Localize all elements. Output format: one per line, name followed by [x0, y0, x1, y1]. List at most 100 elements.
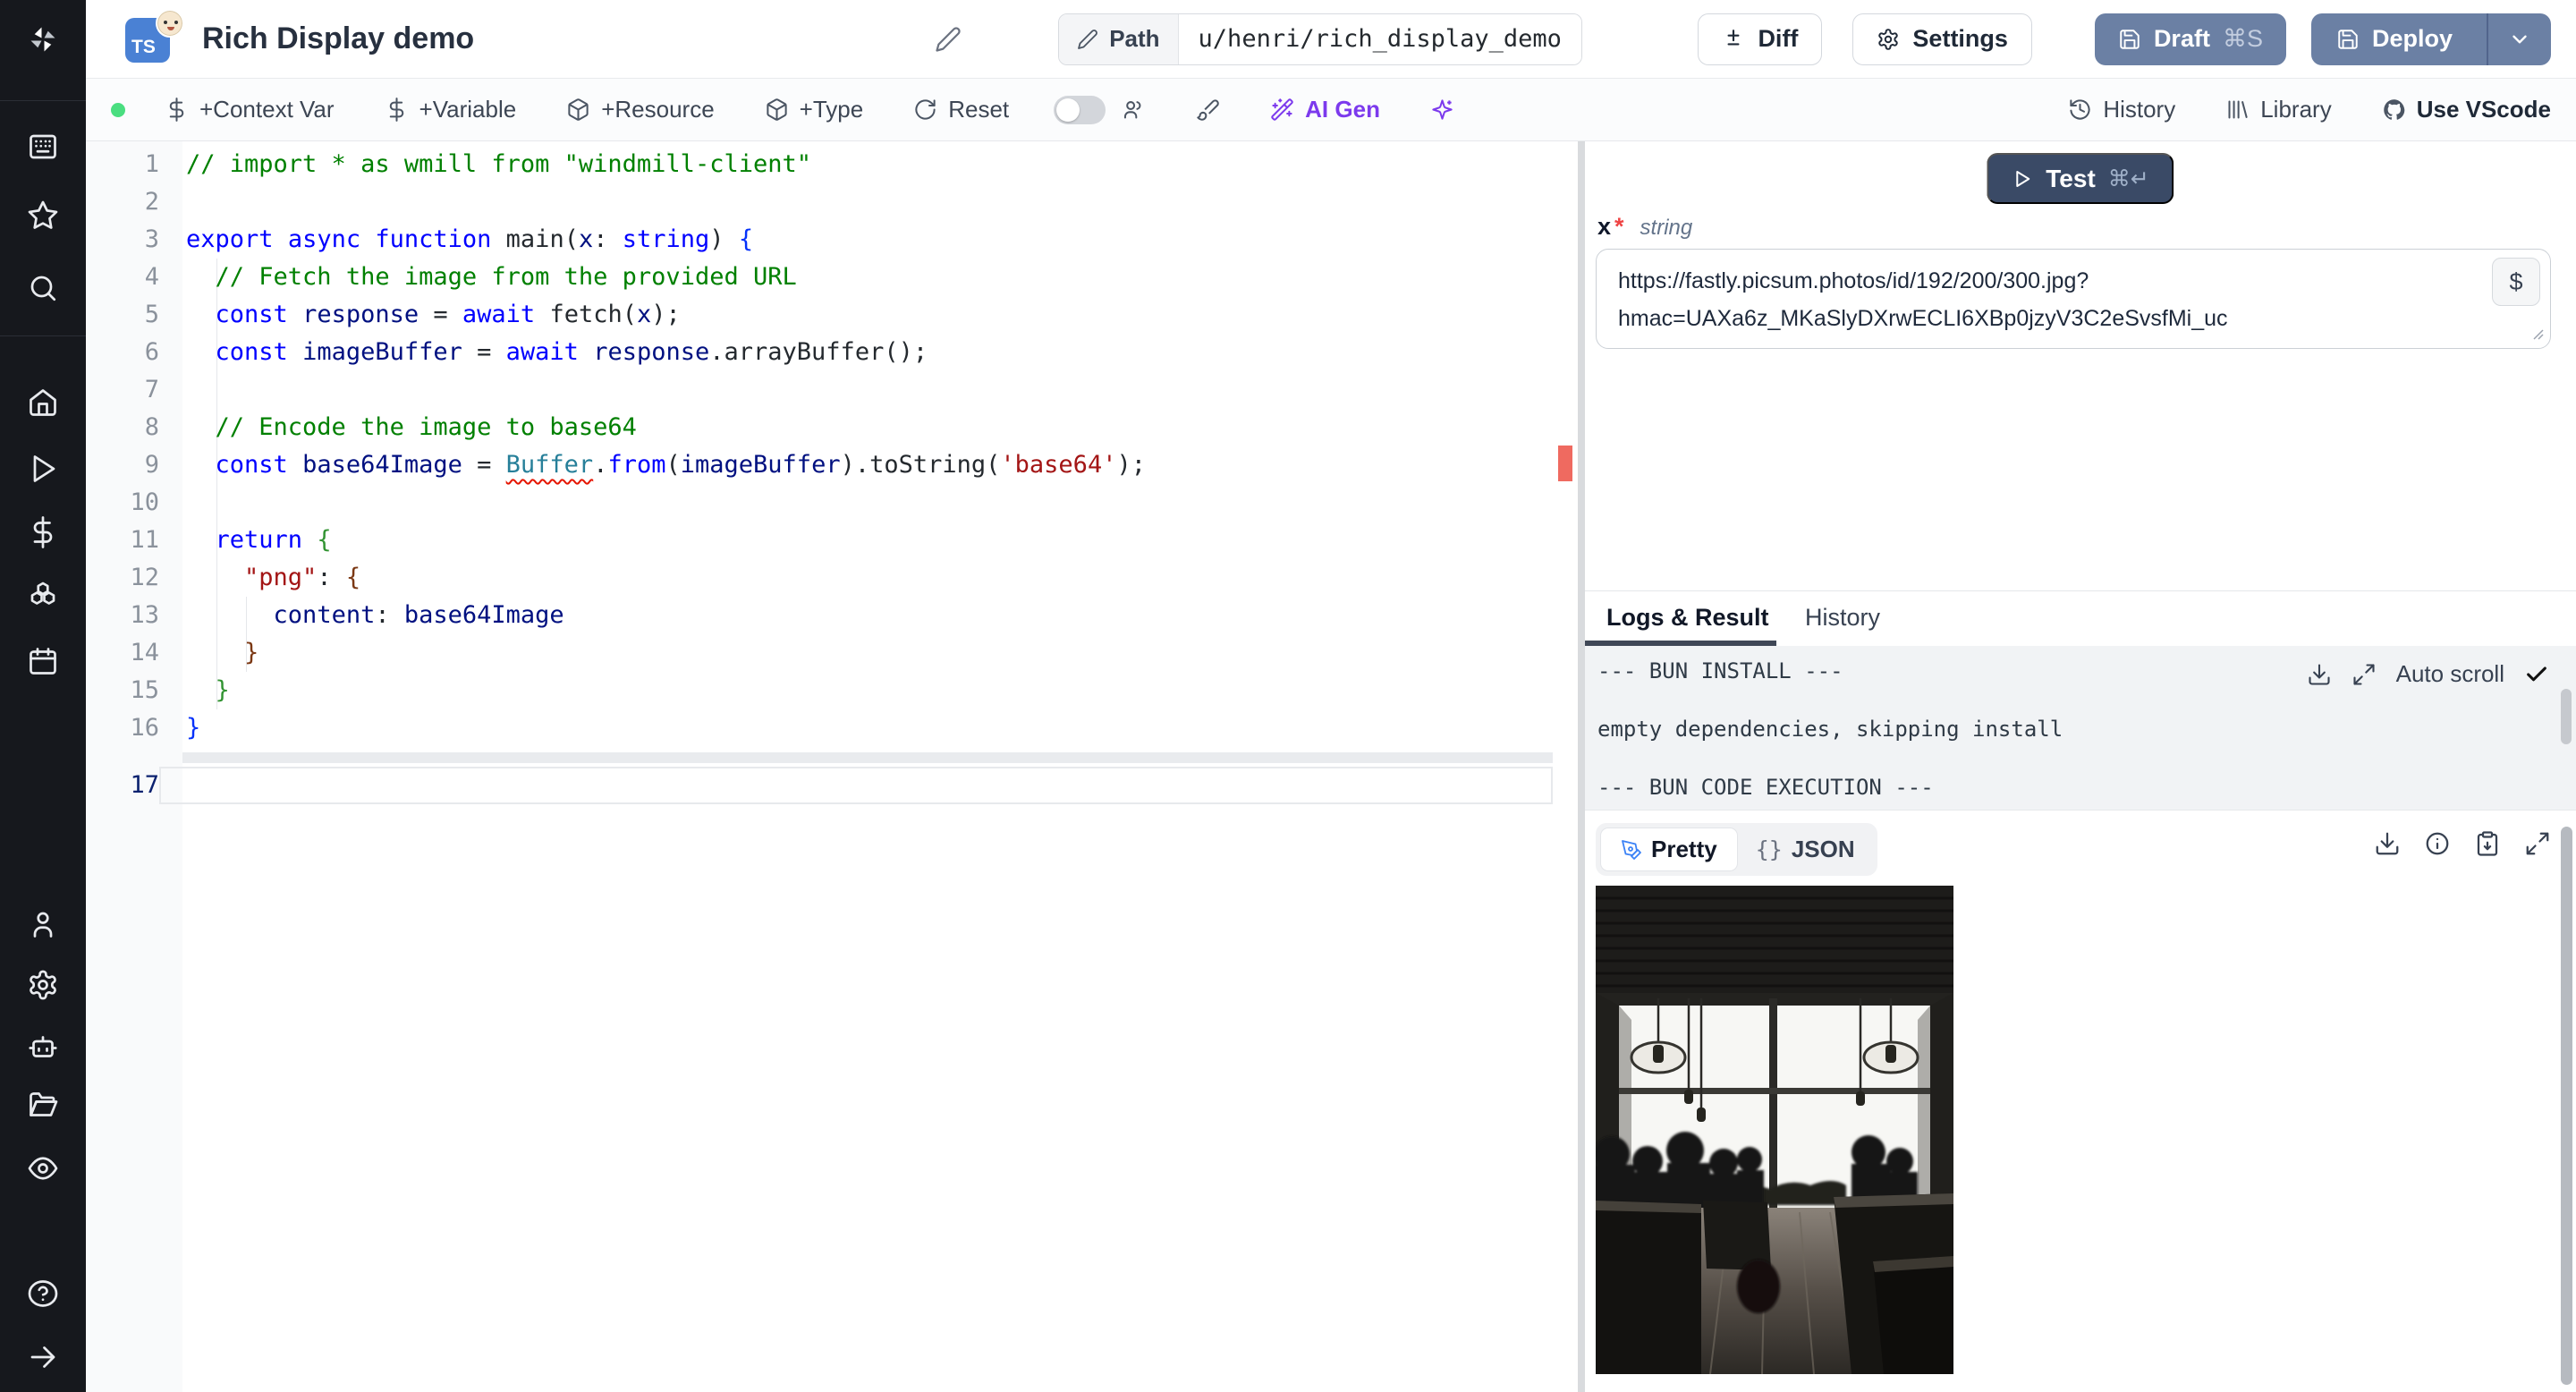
format-brush-icon[interactable]	[1196, 98, 1220, 122]
code-editor[interactable]: 1// import * as wmill from "windmill-cli…	[86, 141, 1578, 1392]
play-icon	[2016, 170, 2030, 187]
path-value: u/henri/rich_display_demo	[1178, 13, 1581, 64]
context-var-label: +Context Var	[199, 96, 335, 123]
add-variable-button[interactable]: +Variable	[385, 96, 516, 123]
collaborators-icon[interactable]	[1122, 98, 1146, 122]
panel-splitter[interactable]	[1578, 141, 1585, 1392]
package-icon	[767, 98, 787, 121]
tab-logs-result[interactable]: Logs & Result	[1606, 604, 1769, 632]
search-icon[interactable]	[25, 270, 61, 306]
deploy-button[interactable]: Deploy	[2311, 13, 2474, 65]
diff-icon	[1727, 29, 1740, 45]
argument-label: x * string	[1597, 213, 1692, 241]
download-result-icon[interactable]	[2374, 830, 2401, 857]
pretty-label: Pretty	[1651, 836, 1717, 862]
rotate-icon	[915, 99, 936, 120]
brush-icon	[1197, 99, 1219, 121]
windmill-script-editor: TS Rich Display demo Path u/henri/rich_d…	[0, 0, 2576, 1392]
folder-open-icon[interactable]	[25, 1088, 61, 1124]
wand-sparkles-icon	[1271, 98, 1293, 121]
runs-play-icon[interactable]	[25, 451, 61, 487]
json-label: JSON	[1791, 836, 1855, 862]
settings-label: Settings	[1912, 25, 2008, 52]
arg-value-input[interactable]: https://fastly.picsum.photos/id/192/200/…	[1596, 249, 2551, 349]
expand-logs-icon[interactable]	[2351, 662, 2377, 687]
save-icon	[2120, 29, 2140, 49]
users-icon[interactable]	[25, 906, 61, 942]
textarea-resize-handle[interactable]	[2529, 326, 2544, 340]
edit-title-pencil-icon[interactable]	[935, 26, 962, 53]
deploy-dropdown-chevron[interactable]	[2487, 13, 2551, 65]
settings-button[interactable]: Settings	[1852, 13, 2032, 65]
insert-variable-button[interactable]: $	[2492, 258, 2540, 306]
diff-label: Diff	[1758, 25, 1799, 52]
add-resource-button[interactable]: +Resource	[566, 96, 715, 123]
expand-sidebar-arrow-icon[interactable]	[25, 1339, 61, 1375]
package-icon	[568, 98, 589, 121]
sparkles-icon[interactable]	[1430, 98, 1454, 122]
path-label: Path	[1109, 25, 1160, 52]
test-button[interactable]: Test ⌘↵	[1987, 153, 2174, 204]
test-shortcut: ⌘↵	[2107, 166, 2149, 191]
sidebar	[0, 0, 86, 1392]
history-button[interactable]: History	[2068, 96, 2175, 123]
diff-button[interactable]: Diff	[1698, 13, 1823, 65]
download-logs-icon[interactable]	[2307, 662, 2332, 687]
result-tabs-bar: Logs & Result History	[1585, 590, 2576, 646]
resource-label: +Resource	[601, 96, 715, 123]
info-icon[interactable]	[2424, 830, 2451, 857]
library-label: Library	[2260, 96, 2332, 123]
copy-clipboard-icon[interactable]	[2474, 830, 2501, 857]
check-icon[interactable]	[2524, 662, 2549, 687]
settings-gear-icon[interactable]	[25, 967, 61, 1003]
history-clock-icon	[2070, 99, 2090, 120]
pencil-icon	[1078, 29, 1098, 49]
panel-scrollbar[interactable]	[2561, 827, 2572, 1385]
star-icon[interactable]	[25, 198, 61, 233]
home-icon[interactable]	[25, 385, 61, 420]
draft-label: Draft	[2153, 25, 2210, 52]
save-icon	[2338, 29, 2358, 49]
code-lines: 1// import * as wmill from "windmill-cli…	[86, 146, 1578, 804]
audit-eye-icon[interactable]	[25, 1150, 61, 1186]
use-vscode-label: Use VScode	[2416, 96, 2551, 123]
braces-icon: {}	[1755, 836, 1783, 862]
result-view-segmented: Pretty {} JSON	[1596, 823, 1877, 876]
arg-required-star: *	[1614, 213, 1624, 240]
sidebar-divider	[0, 335, 86, 336]
github-icon	[2383, 99, 2405, 120]
deploy-label: Deploy	[2371, 25, 2453, 52]
logs-scrollbar[interactable]	[2561, 689, 2572, 744]
json-view-button[interactable]: {} JSON	[1738, 828, 1873, 871]
pretty-view-button[interactable]: Pretty	[1600, 828, 1738, 871]
reset-button[interactable]: Reset	[913, 96, 1009, 123]
log-line: --- BUN CODE EXECUTION ---	[1597, 775, 1934, 800]
workers-robot-icon[interactable]	[25, 1029, 61, 1065]
arg-name: x	[1597, 213, 1612, 240]
log-line: empty dependencies, skipping install	[1597, 717, 2063, 742]
script-emoji-avatar	[156, 8, 184, 38]
library-button[interactable]: Library	[2225, 96, 2332, 123]
help-circle-icon[interactable]	[25, 1276, 61, 1311]
deploy-split-button[interactable]: Deploy	[2310, 13, 2551, 65]
assistant-toggle[interactable]	[1054, 95, 1106, 124]
users-icon	[1124, 101, 1141, 119]
dollar-icon	[389, 98, 403, 122]
add-context-var-button[interactable]: +Context Var	[165, 96, 335, 123]
schedules-calendar-icon[interactable]	[25, 643, 61, 679]
windmill-logo-icon[interactable]	[25, 21, 61, 57]
use-vscode-button[interactable]: Use VScode	[2382, 96, 2551, 123]
app-window-icon[interactable]	[25, 129, 61, 165]
path-editor[interactable]: Path u/henri/rich_display_demo	[1058, 13, 1582, 65]
script-language-badge: TS	[125, 8, 184, 63]
add-type-button[interactable]: +Type	[765, 96, 863, 123]
header: TS Rich Display demo Path u/henri/rich_d…	[86, 0, 2576, 79]
status-dot	[111, 102, 125, 117]
ai-gen-button[interactable]: AI Gen	[1270, 96, 1380, 123]
draft-button[interactable]: Draft ⌘S	[2094, 13, 2286, 65]
resources-boxes-icon[interactable]	[25, 579, 61, 615]
sparkles-icon	[1432, 99, 1453, 120]
maximize-icon[interactable]	[2524, 830, 2551, 857]
tab-history[interactable]: History	[1805, 604, 1880, 632]
variables-dollar-icon[interactable]	[25, 514, 61, 550]
